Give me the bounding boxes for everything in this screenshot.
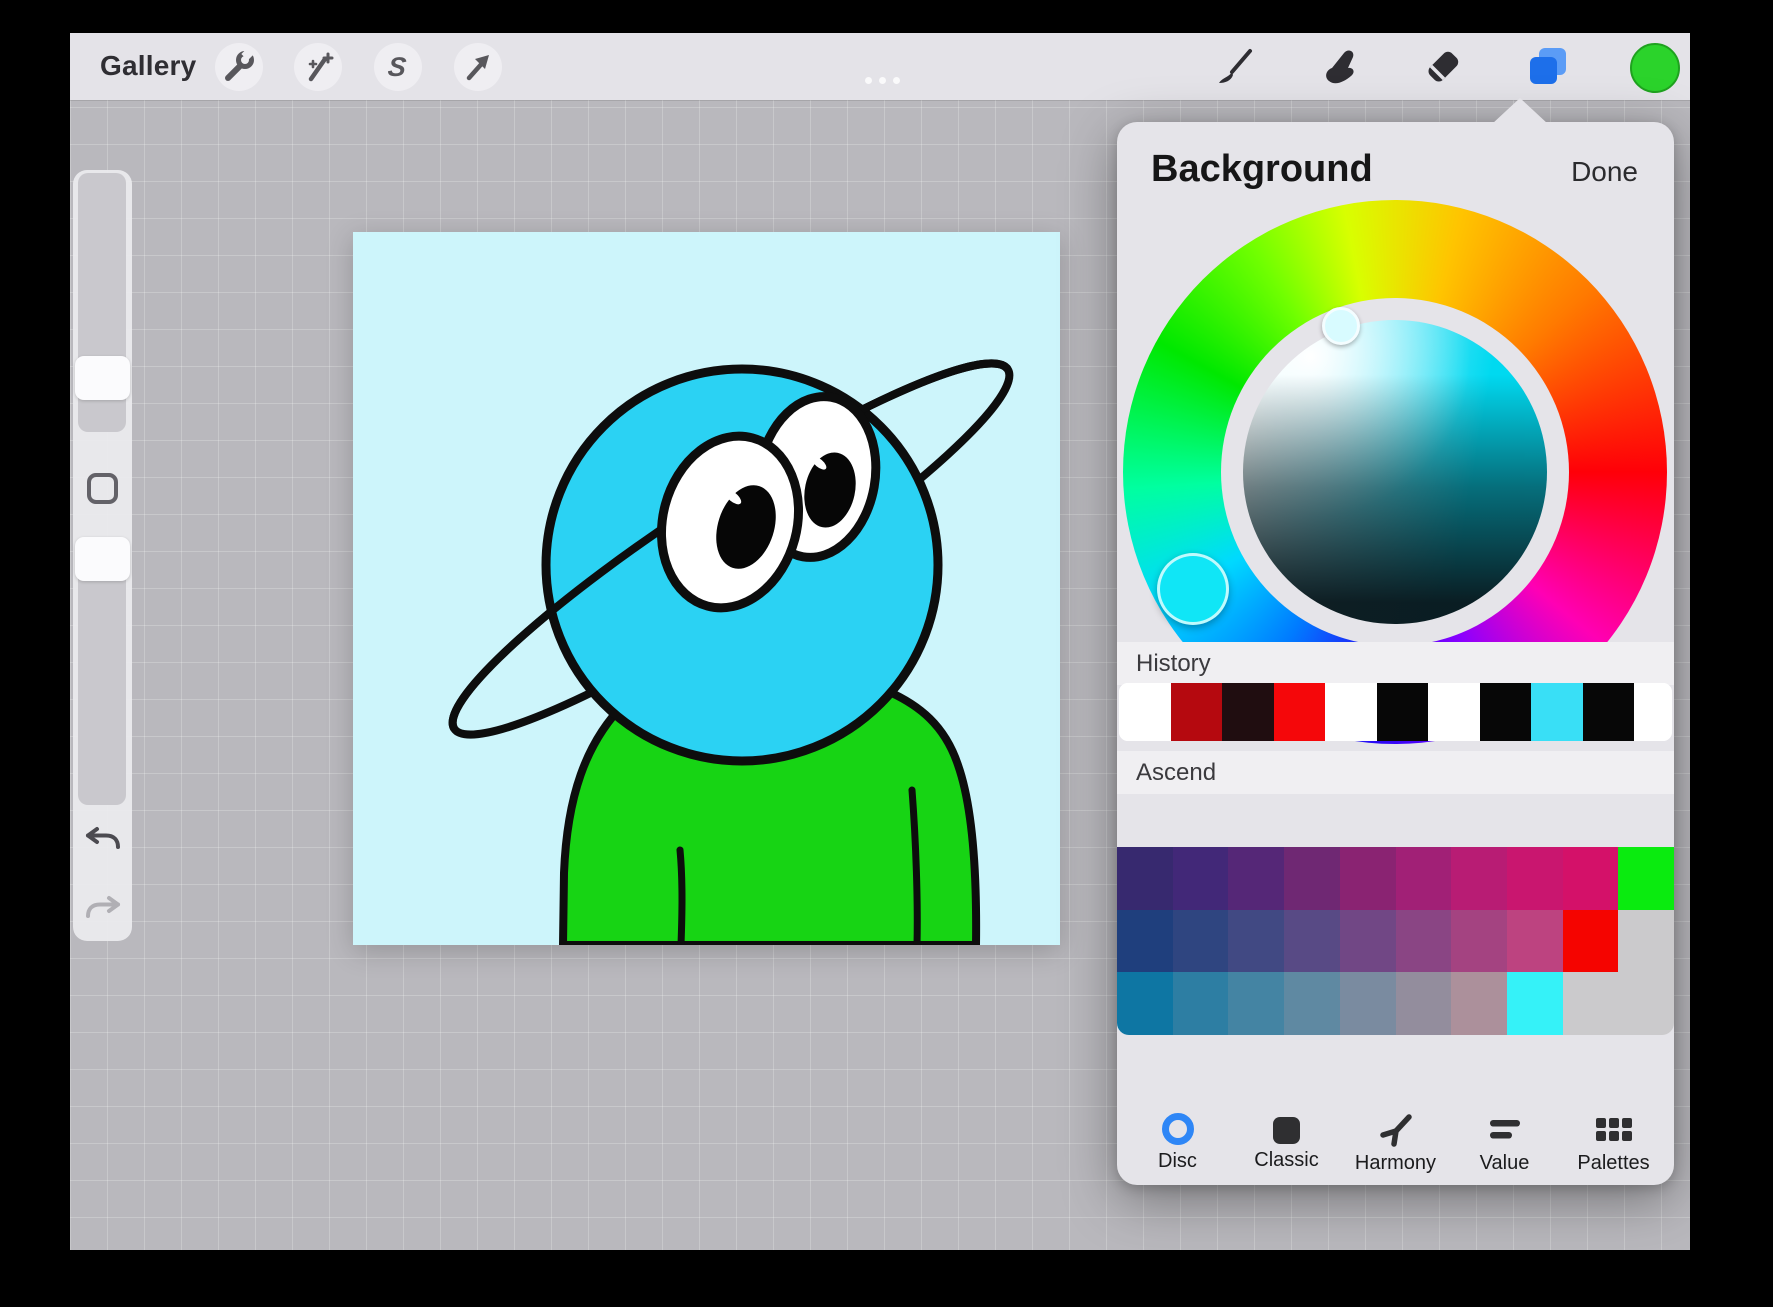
history-label: History: [1136, 650, 1211, 678]
value-icon: [1487, 1111, 1523, 1147]
ascend-section-header: Ascend: [1117, 751, 1674, 794]
history-swatch[interactable]: [1531, 683, 1583, 741]
undo-icon: [83, 823, 123, 853]
selection-s-button[interactable]: S: [374, 43, 422, 91]
hue-handle[interactable]: [1157, 553, 1229, 625]
palette-swatch[interactable]: [1117, 910, 1173, 973]
tab-value[interactable]: Value: [1459, 1111, 1551, 1175]
history-swatch[interactable]: [1274, 683, 1326, 741]
palette-swatch[interactable]: [1451, 972, 1507, 1035]
gallery-button[interactable]: Gallery: [100, 50, 196, 82]
palette-swatch[interactable]: [1340, 972, 1396, 1035]
palette-swatch[interactable]: [1340, 847, 1396, 910]
adjustments-s-icon: S: [380, 49, 416, 85]
palette-swatch[interactable]: [1173, 972, 1229, 1035]
modify-button[interactable]: [87, 473, 118, 504]
palette-swatch[interactable]: [1563, 972, 1619, 1035]
palette-swatch[interactable]: [1451, 910, 1507, 973]
palette-swatch[interactable]: [1228, 847, 1284, 910]
undo-button[interactable]: [83, 823, 123, 853]
palette-swatch[interactable]: [1396, 910, 1452, 973]
eraser-icon: [1420, 44, 1466, 90]
smudge-icon: [1317, 44, 1363, 90]
palette-swatch[interactable]: [1173, 847, 1229, 910]
wrench-icon: [221, 49, 257, 85]
screenshot-frame: Gallery S: [0, 0, 1773, 1307]
panel-title: Background: [1151, 148, 1373, 191]
popover-arrow: [1492, 98, 1548, 124]
left-arm-line: [680, 850, 682, 945]
history-swatch[interactable]: [1222, 683, 1274, 741]
palette-swatch[interactable]: [1451, 847, 1507, 910]
history-swatch[interactable]: [1428, 683, 1480, 741]
selection-arrow-icon: [460, 49, 496, 85]
history-swatch[interactable]: [1583, 683, 1635, 741]
palette-swatch[interactable]: [1228, 972, 1284, 1035]
magic-wand-icon: [300, 49, 336, 85]
history-swatch[interactable]: [1325, 683, 1377, 741]
disc-icon: [1162, 1113, 1194, 1145]
palette-swatch[interactable]: [1117, 847, 1173, 910]
brush-sidebar: [73, 170, 132, 941]
history-swatch[interactable]: [1480, 683, 1532, 741]
palette-swatch[interactable]: [1396, 972, 1452, 1035]
eraser-tool-button[interactable]: [1419, 43, 1467, 91]
transform-arrow-button[interactable]: [454, 43, 502, 91]
palette-swatch[interactable]: [1284, 910, 1340, 973]
layers-icon: [1525, 44, 1571, 90]
multitask-dots-icon: [865, 77, 900, 84]
harmony-icon: [1378, 1111, 1414, 1147]
palette-swatch[interactable]: [1618, 972, 1674, 1035]
done-button[interactable]: Done: [1571, 156, 1638, 188]
palette-swatch[interactable]: [1396, 847, 1452, 910]
palette-swatch[interactable]: [1117, 972, 1173, 1035]
svg-text:S: S: [387, 51, 408, 82]
brush-tool-button[interactable]: [1211, 43, 1259, 91]
palette-swatch[interactable]: [1507, 910, 1563, 973]
ascend-label: Ascend: [1136, 759, 1216, 787]
brush-size-handle[interactable]: [75, 356, 130, 400]
smudge-tool-button[interactable]: [1316, 43, 1364, 91]
tab-classic[interactable]: Classic: [1241, 1114, 1333, 1172]
app-window: Gallery S: [70, 33, 1690, 1250]
drawing-canvas[interactable]: [353, 232, 1060, 945]
tab-harmony[interactable]: Harmony: [1350, 1111, 1442, 1175]
disc-handle[interactable]: [1322, 307, 1360, 345]
palette-swatch[interactable]: [1228, 910, 1284, 973]
redo-button[interactable]: [83, 892, 123, 922]
opacity-handle[interactable]: [75, 537, 130, 581]
classic-icon: [1273, 1117, 1300, 1144]
top-toolbar: Gallery S: [70, 33, 1690, 100]
history-swatch[interactable]: [1119, 683, 1171, 741]
palette-swatch[interactable]: [1507, 847, 1563, 910]
active-color-button[interactable]: [1630, 43, 1680, 93]
history-swatch[interactable]: [1171, 683, 1223, 741]
palettes-icon: [1592, 1111, 1636, 1147]
palette-swatch[interactable]: [1284, 847, 1340, 910]
palette-swatch[interactable]: [1340, 910, 1396, 973]
history-section-header: History: [1117, 642, 1674, 685]
redo-icon: [83, 892, 123, 922]
palette-swatch[interactable]: [1284, 972, 1340, 1035]
tab-disc[interactable]: Disc: [1132, 1113, 1224, 1173]
color-mode-tabs: Disc Classic Harmony Value: [1117, 1107, 1674, 1179]
tab-palettes[interactable]: Palettes: [1568, 1111, 1660, 1175]
palette-swatch[interactable]: [1563, 847, 1619, 910]
palette-swatch[interactable]: [1507, 972, 1563, 1035]
adjustments-wand-button[interactable]: [294, 43, 342, 91]
ascend-palette-grid: [1117, 847, 1674, 1035]
brush-icon: [1212, 44, 1258, 90]
actions-wrench-button[interactable]: [215, 43, 263, 91]
history-swatch[interactable]: [1377, 683, 1429, 741]
saturation-brightness-disc[interactable]: [1243, 320, 1547, 624]
palette-swatch[interactable]: [1618, 847, 1674, 910]
history-swatch[interactable]: [1634, 683, 1672, 741]
palette-swatch[interactable]: [1563, 910, 1619, 973]
history-swatch-row: [1119, 683, 1672, 741]
layers-button[interactable]: [1524, 43, 1572, 91]
background-color-panel: Background Done History Ascend Disc Clas…: [1117, 122, 1674, 1185]
palette-swatch[interactable]: [1173, 910, 1229, 973]
palette-swatch[interactable]: [1618, 910, 1674, 973]
